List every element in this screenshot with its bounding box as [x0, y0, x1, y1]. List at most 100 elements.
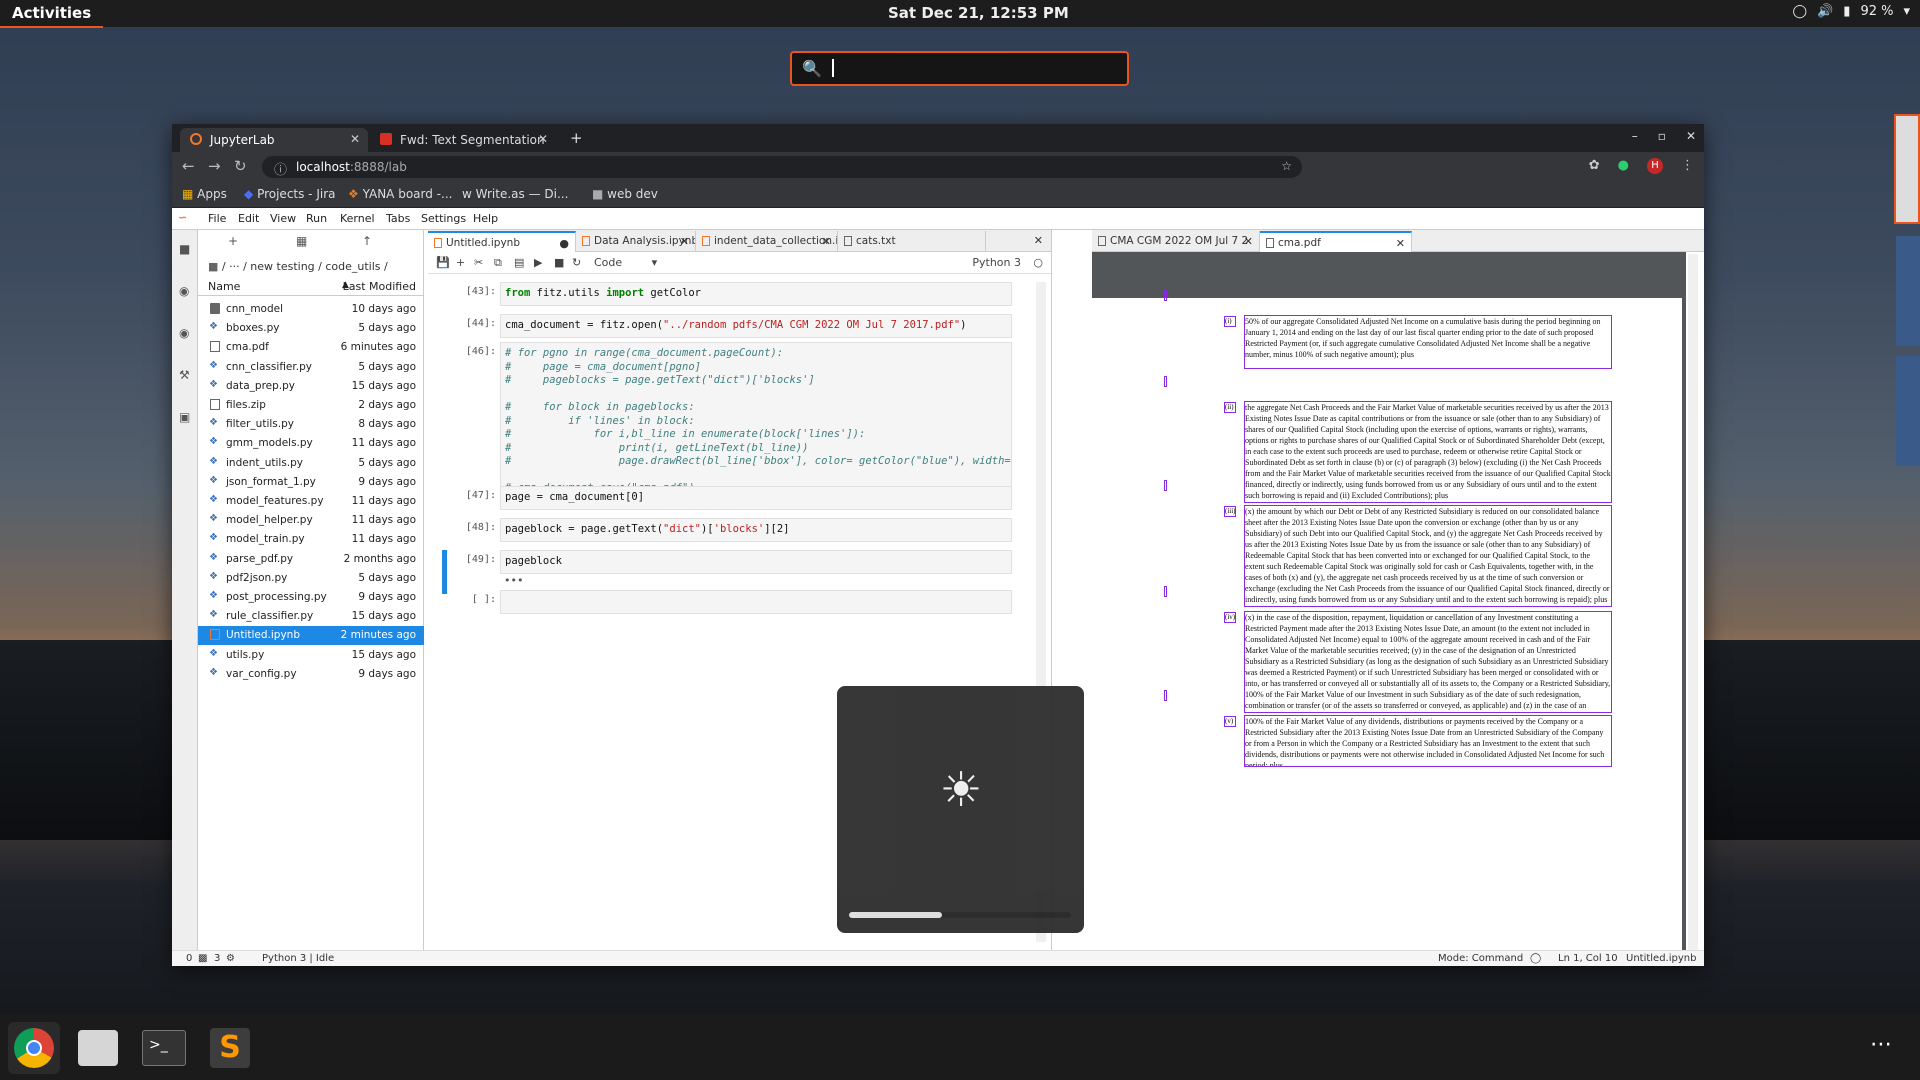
tab-jupyterlab[interactable]: JupyterLab ✕ — [180, 128, 368, 152]
breadcrumb[interactable]: ■ / ··· / new testing / code_utils / — [208, 260, 388, 273]
file-row[interactable]: ❖ gmm_models.py 11 days ago — [198, 434, 424, 453]
activities-button[interactable]: Activities — [0, 4, 104, 28]
file-row[interactable]: ❖ model_features.py 11 days ago — [198, 492, 424, 511]
show-apps-icon[interactable]: ⋯ — [1870, 1032, 1892, 1057]
menu-tabs[interactable]: Tabs — [386, 212, 410, 225]
cut-icon[interactable]: ✂ — [474, 256, 483, 269]
tab-untitled-ipynb[interactable]: Untitled.ipynb ● — [428, 231, 576, 252]
file-row[interactable]: ❖ filter_utils.py 8 days ago — [198, 415, 424, 434]
bookmark-apps[interactable]: ▦ Apps — [182, 187, 227, 201]
cell-input[interactable]: # for pgno in range(cma_document.pageCou… — [500, 342, 1012, 501]
new-tab-button[interactable]: + — [570, 129, 583, 147]
insert-cell-icon[interactable]: + — [456, 256, 465, 269]
kernel-name[interactable]: Python 3 — [972, 256, 1021, 269]
file-row[interactable]: ❖ model_train.py 11 days ago — [198, 530, 424, 549]
new-folder-icon[interactable]: ▦ — [296, 234, 307, 248]
cell-input[interactable]: pageblock = page.getText("dict")['blocks… — [500, 518, 1012, 542]
grammarly-icon[interactable]: ● — [1618, 158, 1629, 174]
new-launcher-icon[interactable]: + — [228, 234, 238, 248]
file-row[interactable]: ❖ json_format_1.py 9 days ago — [198, 473, 424, 492]
run-icon[interactable]: ▶ — [534, 256, 542, 269]
menu-settings[interactable]: Settings — [421, 212, 466, 225]
close-window-icon[interactable]: ✕ — [1686, 129, 1696, 143]
save-icon[interactable]: 💾 — [436, 256, 450, 269]
star-icon[interactable]: ☆ — [1281, 159, 1292, 173]
status-cursor-position[interactable]: Ln 1, Col 10 — [1558, 953, 1618, 964]
chrome-app[interactable] — [8, 1022, 60, 1074]
unsaved-dot-icon[interactable]: ● — [559, 237, 569, 250]
palette-icon[interactable]: ◉ — [179, 326, 192, 340]
menu-kernel[interactable]: Kernel — [340, 212, 375, 225]
file-row[interactable]: ❖ cnn_classifier.py 5 days ago — [198, 358, 424, 377]
close-icon[interactable]: ✕ — [1034, 234, 1043, 247]
cell-input[interactable]: pageblock — [500, 550, 1012, 574]
file-row[interactable]: ❖ bboxes.py 5 days ago — [198, 319, 424, 338]
tab-cats-txt[interactable]: cats.txt — [838, 231, 986, 252]
status-terminals-count[interactable]: 0 — [186, 953, 192, 964]
reload-icon[interactable]: ↻ — [234, 157, 247, 175]
forward-icon[interactable]: → — [208, 157, 221, 175]
bookmark-writeas[interactable]: w Write.as — Di... — [462, 187, 568, 201]
bookmark-jira[interactable]: ◆ Projects - Jira — [244, 187, 336, 201]
terminal-app[interactable]: >_ — [138, 1022, 190, 1074]
menu-edit[interactable]: Edit — [238, 212, 259, 225]
cell-input[interactable]: cma_document = fitz.open("../random pdfs… — [500, 314, 1012, 338]
folder-icon[interactable]: ■ — [179, 242, 192, 256]
tab-indent-data[interactable]: indent_data_collection.i ✕ — [696, 231, 838, 252]
workspace-thumb[interactable] — [1894, 114, 1920, 224]
file-row[interactable]: Untitled.ipynb 2 minutes ago — [198, 626, 424, 646]
extension-icon[interactable]: ✿ — [1589, 158, 1600, 174]
pdf-viewer[interactable]: (i) 50% of our aggregate Consolidated Adj… — [1092, 252, 1686, 958]
maximize-icon[interactable]: ▫ — [1658, 129, 1666, 143]
close-icon[interactable]: ✕ — [1396, 237, 1405, 250]
close-icon[interactable]: ✕ — [350, 132, 360, 146]
file-row[interactable]: ❖ post_processing.py 9 days ago — [198, 588, 424, 607]
bookmark-yana[interactable]: ❖ YANA board -... — [348, 187, 452, 201]
tab-cma-cgm-pdf[interactable]: CMA CGM 2022 OM Jul 7 2 ✕ — [1092, 231, 1260, 252]
file-row[interactable]: ❖ indent_utils.py 5 days ago — [198, 454, 424, 473]
cell-input[interactable] — [500, 590, 1012, 614]
cell-input[interactable]: page = cma_document[0] — [500, 486, 1012, 510]
column-last-modified[interactable]: Last Modified — [343, 280, 416, 293]
workspace-thumb[interactable] — [1896, 356, 1920, 466]
file-row[interactable]: ❖ data_prep.py 15 days ago — [198, 377, 424, 396]
url-field[interactable]: ⓘ localhost:8888/lab ☆ — [262, 156, 1302, 178]
file-row[interactable]: ❖ utils.py 15 days ago — [198, 646, 424, 665]
close-icon[interactable]: ✕ — [822, 235, 831, 248]
file-row[interactable]: cnn_model 10 days ago — [198, 300, 424, 319]
file-row[interactable]: ❖ pdf2json.py 5 days ago — [198, 569, 424, 588]
menu-help[interactable]: Help — [473, 212, 498, 225]
back-icon[interactable]: ← — [182, 157, 195, 175]
workspace-thumb[interactable] — [1896, 236, 1920, 346]
file-row[interactable]: ❖ var_config.py 9 days ago — [198, 665, 424, 684]
collapsed-output[interactable]: ••• — [504, 574, 523, 587]
running-icon[interactable]: ◉ — [179, 284, 192, 298]
close-icon[interactable]: ✕ — [1244, 235, 1253, 248]
bookmark-webdev[interactable]: ■ web dev — [592, 187, 658, 201]
tab-data-analysis[interactable]: Data Analysis.ipynb ✕ — [576, 231, 696, 252]
menu-view[interactable]: View — [270, 212, 296, 225]
system-tray[interactable]: ◯ 🔊 ▮ 92 % ▾ — [1793, 4, 1910, 19]
profile-avatar[interactable]: H — [1647, 158, 1663, 174]
status-kernel-state[interactable]: Python 3 | Idle — [262, 953, 334, 964]
wrench-icon[interactable]: ⚒ — [179, 368, 192, 382]
clock[interactable]: Sat Dec 21, 12:53 PM — [888, 4, 1069, 22]
activities-search[interactable]: 🔍 — [790, 51, 1129, 86]
column-name[interactable]: Name — [208, 280, 240, 293]
stop-icon[interactable]: ■ — [554, 256, 564, 269]
pdf-scrollbar[interactable] — [1688, 254, 1698, 950]
upload-icon[interactable]: ↑ — [362, 234, 372, 248]
status-kernels-count[interactable]: 3 — [214, 953, 220, 964]
file-row[interactable]: files.zip 2 days ago — [198, 396, 424, 415]
kebab-menu-icon[interactable]: ⋮ — [1681, 158, 1694, 174]
menu-file[interactable]: File — [208, 212, 226, 225]
restart-icon[interactable]: ↻ — [572, 256, 581, 269]
workspace-switcher[interactable] — [1890, 110, 1920, 960]
tab-cma-pdf[interactable]: cma.pdf ✕ — [1260, 231, 1412, 252]
tab-gmail[interactable]: Fwd: Text Segmentation ✕ — [370, 128, 556, 152]
close-icon[interactable]: ✕ — [680, 235, 689, 248]
file-row[interactable]: ❖ parse_pdf.py 2 months ago — [198, 550, 424, 569]
file-row[interactable]: cma.pdf 6 minutes ago — [198, 338, 424, 357]
file-row[interactable]: ❖ model_helper.py 11 days ago — [198, 511, 424, 530]
tabs-icon[interactable]: ▣ — [179, 410, 192, 424]
